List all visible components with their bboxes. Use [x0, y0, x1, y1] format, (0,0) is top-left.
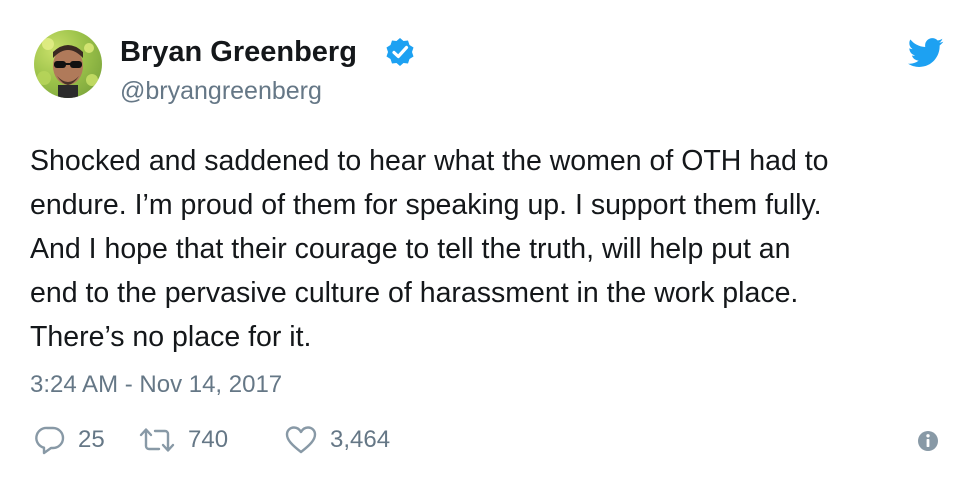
retweet-button[interactable]: 740	[138, 420, 228, 460]
info-icon[interactable]	[917, 430, 939, 452]
like-button[interactable]: 3,464	[284, 420, 390, 460]
like-count: 3,464	[330, 426, 391, 453]
embedded-tweet: Bryan Greenberg @bryangreenberg Shocked …	[0, 0, 957, 484]
reply-count: 25	[78, 426, 105, 453]
tweet-text-line: And I hope that their courage to tell th…	[30, 233, 791, 265]
retweet-icon	[139, 428, 175, 452]
retweet-count: 740	[188, 426, 229, 453]
reply-icon	[35, 426, 65, 455]
verified-badge-icon	[386, 38, 414, 66]
twitter-bird-icon[interactable]	[908, 38, 944, 68]
tweet-text: Shocked and saddened to hear what the wo…	[30, 139, 940, 359]
tweet-actions: 25 740 3,464	[30, 420, 940, 460]
user-handle[interactable]: @bryangreenberg	[120, 77, 322, 106]
heart-icon	[285, 426, 317, 454]
tweet-text-line: endure. I’m proud of them for speaking u…	[30, 189, 822, 221]
avatar[interactable]	[34, 30, 102, 98]
tweet-text-line: end to the pervasive culture of harassme…	[30, 277, 799, 309]
tweet-text-line: There’s no place for it.	[30, 321, 312, 353]
display-name[interactable]: Bryan Greenberg	[120, 36, 357, 69]
tweet-text-line: Shocked and saddened to hear what the wo…	[30, 145, 829, 177]
tweet-timestamp[interactable]: 3:24 AM - Nov 14, 2017	[30, 371, 282, 399]
reply-button[interactable]: 25	[34, 420, 105, 460]
